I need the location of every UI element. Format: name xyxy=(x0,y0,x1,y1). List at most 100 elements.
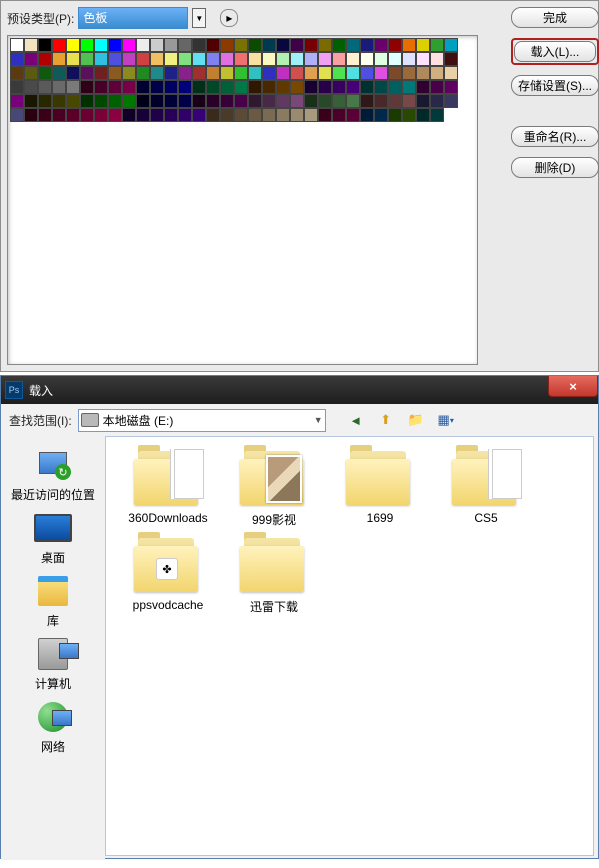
swatch[interactable] xyxy=(430,80,444,94)
swatch[interactable] xyxy=(38,38,52,52)
swatch[interactable] xyxy=(192,80,206,94)
file-list-pane[interactable]: 360Downloads999影视1699CS5✤ppsvodcache迅雷下载 xyxy=(105,436,594,856)
swatch[interactable] xyxy=(374,80,388,94)
new-folder-button[interactable]: 📁 xyxy=(404,408,428,432)
swatch[interactable] xyxy=(38,108,52,122)
swatch[interactable] xyxy=(80,108,94,122)
swatch[interactable] xyxy=(248,38,262,52)
swatch[interactable] xyxy=(346,94,360,108)
place-desktop[interactable]: 桌面 xyxy=(8,509,98,566)
swatch[interactable] xyxy=(346,52,360,66)
swatch[interactable] xyxy=(10,52,24,66)
swatch[interactable] xyxy=(192,52,206,66)
done-button[interactable]: 完成 xyxy=(511,7,599,28)
swatch[interactable] xyxy=(290,94,304,108)
swatch[interactable] xyxy=(136,66,150,80)
swatch[interactable] xyxy=(220,52,234,66)
swatch[interactable] xyxy=(318,108,332,122)
swatch[interactable] xyxy=(164,52,178,66)
swatch[interactable] xyxy=(192,94,206,108)
swatch[interactable] xyxy=(136,52,150,66)
file-item[interactable]: 360Downloads xyxy=(118,449,218,528)
swatch[interactable] xyxy=(276,94,290,108)
swatch[interactable] xyxy=(304,66,318,80)
load-button[interactable]: 载入(L)... xyxy=(514,41,596,62)
swatch[interactable] xyxy=(402,38,416,52)
swatch[interactable] xyxy=(136,80,150,94)
swatch[interactable] xyxy=(220,38,234,52)
swatch[interactable] xyxy=(248,66,262,80)
swatch[interactable] xyxy=(430,38,444,52)
swatch[interactable] xyxy=(80,52,94,66)
swatch[interactable] xyxy=(402,66,416,80)
swatch[interactable] xyxy=(52,38,66,52)
swatch[interactable] xyxy=(276,66,290,80)
swatch[interactable] xyxy=(374,52,388,66)
swatch[interactable] xyxy=(80,80,94,94)
swatch[interactable] xyxy=(206,80,220,94)
swatch[interactable] xyxy=(66,108,80,122)
swatch[interactable] xyxy=(430,108,444,122)
file-item[interactable]: CS5 xyxy=(436,449,536,528)
swatch[interactable] xyxy=(416,66,430,80)
swatch[interactable] xyxy=(444,66,458,80)
swatch[interactable] xyxy=(38,94,52,108)
swatch[interactable] xyxy=(178,52,192,66)
swatch[interactable] xyxy=(332,108,346,122)
swatch[interactable] xyxy=(122,94,136,108)
swatch[interactable] xyxy=(178,38,192,52)
swatch[interactable] xyxy=(94,66,108,80)
swatch[interactable] xyxy=(136,38,150,52)
swatch[interactable] xyxy=(94,80,108,94)
swatch[interactable] xyxy=(52,66,66,80)
swatch[interactable] xyxy=(234,94,248,108)
delete-button[interactable]: 删除(D) xyxy=(511,157,599,178)
swatch[interactable] xyxy=(444,38,458,52)
swatch[interactable] xyxy=(234,80,248,94)
swatch[interactable] xyxy=(52,108,66,122)
swatch[interactable] xyxy=(206,52,220,66)
swatch[interactable] xyxy=(276,80,290,94)
swatch[interactable] xyxy=(430,66,444,80)
dialog-titlebar[interactable]: Ps 载入 × xyxy=(1,376,598,404)
swatch[interactable] xyxy=(150,38,164,52)
save-settings-button[interactable]: 存储设置(S)... xyxy=(511,75,599,96)
preset-type-dropdown-arrow[interactable]: ▼ xyxy=(192,8,206,28)
swatch[interactable] xyxy=(388,108,402,122)
swatch[interactable] xyxy=(108,52,122,66)
swatch[interactable] xyxy=(388,80,402,94)
swatch[interactable] xyxy=(178,94,192,108)
swatch[interactable] xyxy=(262,38,276,52)
swatch[interactable] xyxy=(290,66,304,80)
swatch[interactable] xyxy=(346,80,360,94)
swatch[interactable] xyxy=(24,38,38,52)
swatch[interactable] xyxy=(108,108,122,122)
swatch[interactable] xyxy=(332,80,346,94)
swatch[interactable] xyxy=(360,80,374,94)
file-item[interactable]: 999影视 xyxy=(224,449,324,528)
swatch[interactable] xyxy=(66,94,80,108)
swatch[interactable] xyxy=(206,66,220,80)
swatch[interactable] xyxy=(318,94,332,108)
swatch[interactable] xyxy=(66,80,80,94)
swatch[interactable] xyxy=(220,108,234,122)
swatch[interactable] xyxy=(276,52,290,66)
look-in-combo[interactable]: 本地磁盘 (E:) ▼ xyxy=(78,409,326,432)
swatch[interactable] xyxy=(332,94,346,108)
swatch[interactable] xyxy=(122,52,136,66)
swatch[interactable] xyxy=(360,66,374,80)
swatch[interactable] xyxy=(220,80,234,94)
swatch[interactable] xyxy=(164,94,178,108)
swatch[interactable] xyxy=(10,80,24,94)
swatch[interactable] xyxy=(290,80,304,94)
swatch[interactable] xyxy=(164,108,178,122)
swatch[interactable] xyxy=(94,52,108,66)
swatch[interactable] xyxy=(248,108,262,122)
swatch[interactable] xyxy=(178,66,192,80)
swatch[interactable] xyxy=(262,80,276,94)
swatch[interactable] xyxy=(234,66,248,80)
swatch[interactable] xyxy=(360,52,374,66)
swatch[interactable] xyxy=(276,108,290,122)
swatch[interactable] xyxy=(332,66,346,80)
swatch[interactable] xyxy=(52,94,66,108)
